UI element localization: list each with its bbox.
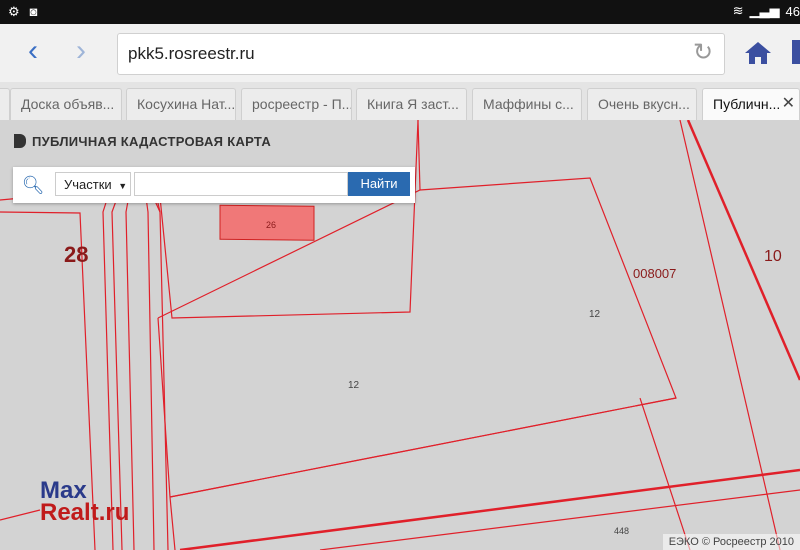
tab-item[interactable]: Книга Я заст... — [356, 88, 467, 120]
tab-overflow[interactable]: . — [0, 88, 10, 120]
search-icon[interactable]: 🔍︎ — [19, 173, 47, 197]
block-label: 28 — [64, 242, 89, 267]
tab-strip: . Доска объяв... Косухина Нат... росреес… — [0, 82, 800, 121]
signal-icon: ▁▃▅ — [749, 3, 780, 18]
reload-icon[interactable]: ↻ — [688, 38, 718, 68]
home-icon[interactable] — [742, 38, 774, 68]
map-search-bar: 🔍︎ Участки ▼ Найти — [13, 167, 415, 203]
browser-toolbar: ‹ › pkk5.rosreestr.ru ↻ — [0, 24, 800, 82]
map-attribution: ЕЭКО © Росреестр 2010 — [662, 534, 800, 550]
cadastral-map[interactable]: ПУБЛИЧНАЯ КАДАСТРОВАЯ КАРТА 🔍︎ Участки ▼… — [0, 120, 800, 550]
bookmark-icon[interactable] — [792, 40, 800, 64]
chevron-down-icon: ▼ — [118, 181, 128, 191]
close-tab-icon[interactable]: ✕ — [782, 89, 795, 119]
tab-item[interactable]: Косухина Нат... — [126, 88, 236, 120]
url-text[interactable]: pkk5.rosreestr.ru — [128, 44, 255, 64]
status-bar: ⚙ ◙ ≋ ▁▃▅ 46 — [0, 0, 800, 24]
block-label: 10 — [764, 248, 782, 265]
watermark: Max Realt.ru — [40, 479, 130, 526]
network-type: 46 — [785, 3, 800, 19]
rosreestr-logo-icon — [14, 134, 26, 148]
search-button[interactable]: Найти — [348, 172, 410, 196]
back-arrow-icon[interactable]: ‹ — [16, 36, 50, 70]
tab-item[interactable]: Доска объяв... — [10, 88, 122, 120]
watermark-line2: Realt.ru — [40, 499, 130, 526]
search-type-select[interactable]: Участки ▼ — [55, 172, 131, 196]
tab-label: Публичн... — [713, 96, 781, 112]
tab-item-active[interactable]: Публичн... ✕ — [702, 88, 800, 120]
address-bar[interactable]: pkk5.rosreestr.ru ↻ — [117, 33, 725, 75]
wifi-icon: ≋ — [732, 3, 744, 18]
map-title-text: ПУБЛИЧНАЯ КАДАСТРОВАЯ КАРТА — [32, 134, 272, 149]
search-type-value: Участки — [64, 177, 112, 192]
tab-item[interactable]: росреестр - П... — [241, 88, 352, 120]
settings-status-icon: ⚙ — [8, 4, 20, 19]
app-status-icon: ◙ — [29, 4, 38, 19]
block-label: 008007 — [633, 266, 677, 281]
map-title: ПУБЛИЧНАЯ КАДАСТРОВАЯ КАРТА — [14, 134, 271, 149]
forward-arrow-icon[interactable]: › — [64, 36, 98, 70]
parcel-label: 448 — [614, 526, 630, 536]
parcel-label: 12 — [589, 309, 601, 320]
search-input[interactable] — [134, 172, 348, 196]
parcel-label: 26 — [266, 220, 277, 230]
parcel-label: 12 — [348, 380, 360, 391]
tab-item[interactable]: Маффины с... — [472, 88, 582, 120]
tab-item[interactable]: Очень вкусн... — [587, 88, 697, 120]
